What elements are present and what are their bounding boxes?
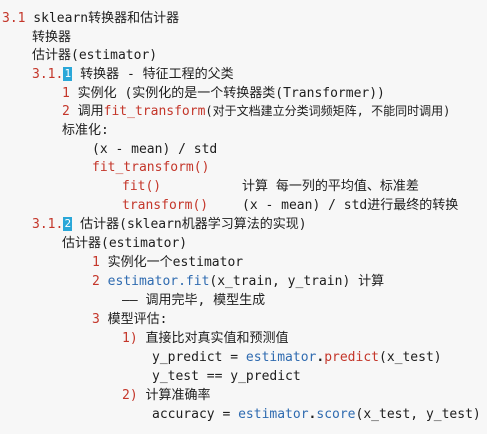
fit-transform-code: fit_transform	[103, 104, 206, 119]
score-line: accuracy = estimator.score(x_test, y_tes…	[152, 406, 481, 423]
item-number: 1	[62, 86, 70, 101]
section-title: 估计器(sklearn机器学习算法的实现)	[72, 217, 307, 232]
step-text: 直接比对真实值和预测值	[137, 331, 289, 346]
section-badge: 2	[63, 217, 73, 231]
transform-row-desc: (x - mean) / std进行最终的转换	[242, 198, 459, 213]
item-text: 实例化 (实例化的是一个转换器类(Transformer))	[69, 86, 385, 101]
predict-pre: y_predict =	[152, 350, 246, 365]
section-title: 转换器 - 特征工程的父类	[72, 67, 234, 82]
item-text-pre: 调用	[69, 104, 104, 119]
predict-object: estimator	[245, 350, 317, 365]
step-text: 计算准确率	[137, 388, 211, 403]
predict-method: predict	[324, 350, 379, 365]
eval-step-1: 1) 直接比对真实值和预测值	[122, 330, 288, 347]
eval-step-2: 2) 计算准确率	[122, 387, 210, 404]
predict-line: y_predict = estimator.predict(x_test)	[152, 349, 442, 366]
score-pre: accuracy =	[152, 407, 239, 422]
fit-row: fit()	[122, 178, 161, 195]
heading-3-1: 3.1 sklearn转换器和估计器	[2, 10, 179, 27]
s1-item-2: 2 调用fit_transform(对于文档建立分类词频矩阵, 不能同时调用)	[62, 103, 450, 120]
score-post: (x_test, y_test)	[355, 407, 481, 422]
s2-item-3: 3 模型评估:	[92, 311, 167, 328]
section-badge: 1	[63, 67, 73, 81]
score-method: score	[316, 407, 356, 422]
score-object: estimator	[238, 407, 309, 422]
fit-row-desc: 计算 每一列的平均值、标准差	[242, 179, 419, 194]
item-text-post: (对于文档建立分类词频矩阵, 不能同时调用)	[205, 104, 451, 118]
heading-number: 3.1	[2, 11, 26, 26]
transform-row: transform()	[122, 197, 208, 214]
item-text: 实例化一个estimator	[99, 255, 244, 270]
section-3-1-2: 3.1.2 估计器(sklearn机器学习算法的实现)	[32, 216, 307, 233]
predict-post: (x_test)	[379, 350, 442, 365]
item-number: 2	[92, 274, 100, 289]
item-text-post: (x_train, y_train) 计算	[209, 274, 385, 289]
s2-item-2: 2 estimator.fit(x_train, y_train) 计算	[92, 273, 384, 290]
s2-item-1: 1 实例化一个estimator	[92, 254, 243, 271]
item-text: 模型评估:	[99, 312, 168, 327]
estimator-definition-line: 估计器(estimator)	[32, 48, 158, 63]
standardize-formula: (x - mean) / std	[92, 142, 218, 157]
converter-line: 转换器	[32, 30, 72, 45]
transform-code: transform()	[122, 198, 209, 213]
s2-item-2-note: —— 调用完毕, 模型生成	[122, 293, 266, 308]
step-number: 2)	[122, 388, 138, 403]
heading-text: sklearn转换器和估计器	[25, 11, 180, 26]
section-number: 3.1.	[32, 217, 64, 232]
item-number: 3	[92, 312, 100, 327]
fit-method-code: estimator.fit	[99, 274, 210, 289]
section-number: 3.1.	[32, 67, 64, 82]
s2-title: 估计器(estimator)	[62, 236, 188, 251]
item-number: 1	[92, 255, 100, 270]
item-number: 2	[62, 104, 70, 119]
fit-code: fit()	[122, 179, 162, 194]
section-3-1-1: 3.1.1 转换器 - 特征工程的父类	[32, 66, 234, 83]
compare-line: y_test == y_predict	[152, 369, 301, 384]
s1-item-1: 1 实例化 (实例化的是一个转换器类(Transformer))	[62, 85, 385, 102]
fit-transform-line: fit_transform()	[92, 160, 210, 175]
notes-page: 3.1 sklearn转换器和估计器 转换器 估计器(estimator) 3.…	[0, 0, 487, 434]
step-number: 1)	[122, 331, 138, 346]
standardize-label: 标准化:	[62, 123, 109, 138]
